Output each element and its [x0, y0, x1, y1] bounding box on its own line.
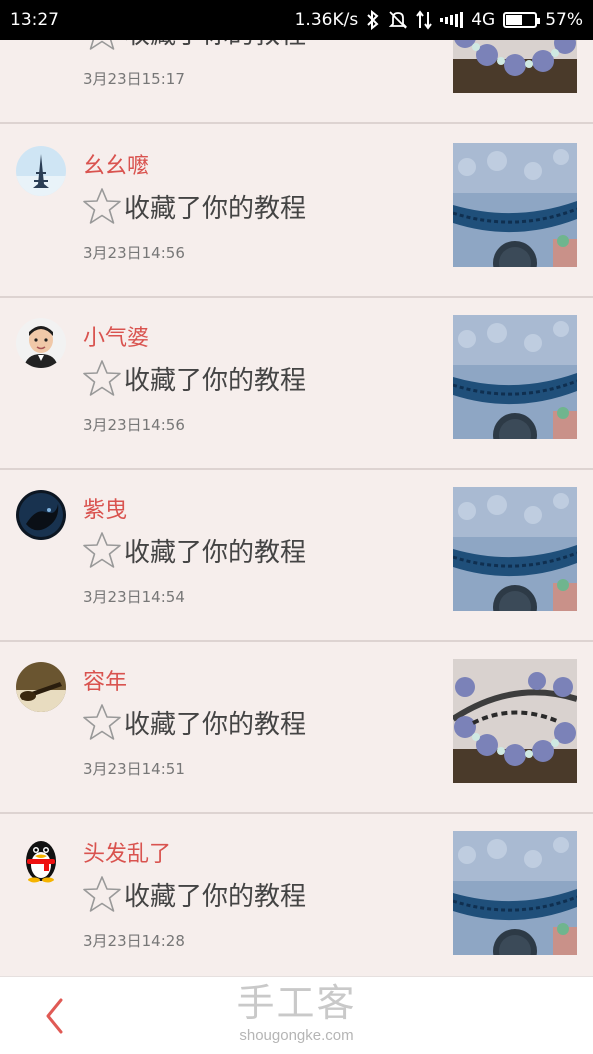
username[interactable]: 容年: [83, 664, 127, 696]
action-label: 收藏了你的教程: [124, 537, 307, 568]
action-label: 收藏了你的教程: [124, 40, 306, 51]
action-text: 收藏了你的教程: [82, 358, 306, 398]
list-item[interactable]: 小气婆收藏了你的教程 3月23日14:56: [0, 298, 593, 470]
tutorial-thumbnail[interactable]: [453, 487, 577, 611]
brand-url: shougongke.com: [239, 1027, 354, 1044]
timestamp: 3月23日14:28: [83, 932, 185, 950]
action-label: 收藏了你的教程: [124, 193, 307, 224]
tutorial-thumbnail[interactable]: [453, 143, 577, 267]
battery-percent: 57%: [545, 10, 583, 30]
tutorial-thumbnail[interactable]: [453, 831, 577, 955]
tutorial-thumbnail[interactable]: [453, 315, 577, 439]
eiffel-tower-avatar[interactable]: [16, 146, 66, 196]
bluetooth-icon: [366, 10, 380, 30]
list-item[interactable]: 紫曳收藏了你的教程 3月23日14:54: [0, 470, 593, 642]
action-text: 收藏了你的教程: [82, 186, 306, 226]
timestamp: 3月23日14:54: [83, 588, 185, 606]
status-icons: 1.36K/s 4G 57%: [295, 10, 583, 30]
list-item[interactable]: 收藏了你的教程 3月23日15:17: [0, 40, 593, 124]
star-icon: [82, 358, 124, 398]
timestamp: 3月23日15:17: [83, 70, 185, 88]
tutorial-thumbnail[interactable]: [453, 659, 577, 783]
status-time: 13:27: [10, 10, 59, 30]
star-icon: [82, 874, 124, 914]
status-bar: 13:27 1.36K/s 4G 57%: [0, 0, 593, 40]
star-icon: [82, 702, 124, 742]
data-arrows-icon: [416, 10, 433, 30]
timestamp: 3月23日14:56: [83, 416, 185, 434]
notification-list[interactable]: 收藏了你的教程3月23日15:17幺幺嚒收藏了你的教程3月23日14:56小气婆…: [0, 40, 593, 976]
action-text: 收藏了你的教程: [82, 874, 306, 914]
tutorial-thumbnail[interactable]: [453, 40, 577, 93]
action-label: 收藏了你的教程: [124, 365, 307, 396]
action-label: 收藏了你的教程: [124, 881, 307, 912]
action-text: 收藏了你的教程: [82, 40, 306, 52]
bottom-bar: 手工客 shougongke.com: [0, 976, 593, 1054]
username[interactable]: 紫曳: [83, 492, 127, 524]
username[interactable]: 小气婆: [83, 320, 149, 352]
star-icon: [82, 530, 124, 570]
action-text: 收藏了你的教程: [82, 530, 306, 570]
username[interactable]: 头发乱了: [83, 836, 171, 868]
star-icon: [82, 186, 124, 226]
brand-logo: 手工客 shougongke.com: [0, 981, 593, 1047]
username[interactable]: 幺幺嚒: [83, 148, 149, 180]
star-icon: [82, 40, 124, 52]
action-text: 收藏了你的教程: [82, 702, 306, 742]
battery-icon: [503, 12, 541, 28]
list-item[interactable]: 容年收藏了你的教程 3月23日14:51: [0, 642, 593, 814]
timestamp: 3月23日14:56: [83, 244, 185, 262]
dark-cat-avatar[interactable]: [16, 490, 66, 540]
action-label: 收藏了你的教程: [124, 709, 307, 740]
mute-bell-icon: [388, 10, 408, 30]
list-item[interactable]: 头发乱了收藏了你的教程 3月23日14:28: [0, 814, 593, 976]
list-item[interactable]: 幺幺嚒收藏了你的教程 3月23日14:56: [0, 126, 593, 298]
qq-penguin-avatar[interactable]: [16, 834, 66, 884]
timestamp: 3月23日14:51: [83, 760, 185, 778]
baby-avatar[interactable]: [16, 318, 66, 368]
network-speed: 1.36K/s: [294, 10, 359, 30]
guitar-avatar[interactable]: [16, 662, 66, 712]
brand-title: 手工客: [236, 981, 357, 1025]
signal-icon: [440, 12, 464, 28]
network-type: 4G: [471, 10, 496, 30]
